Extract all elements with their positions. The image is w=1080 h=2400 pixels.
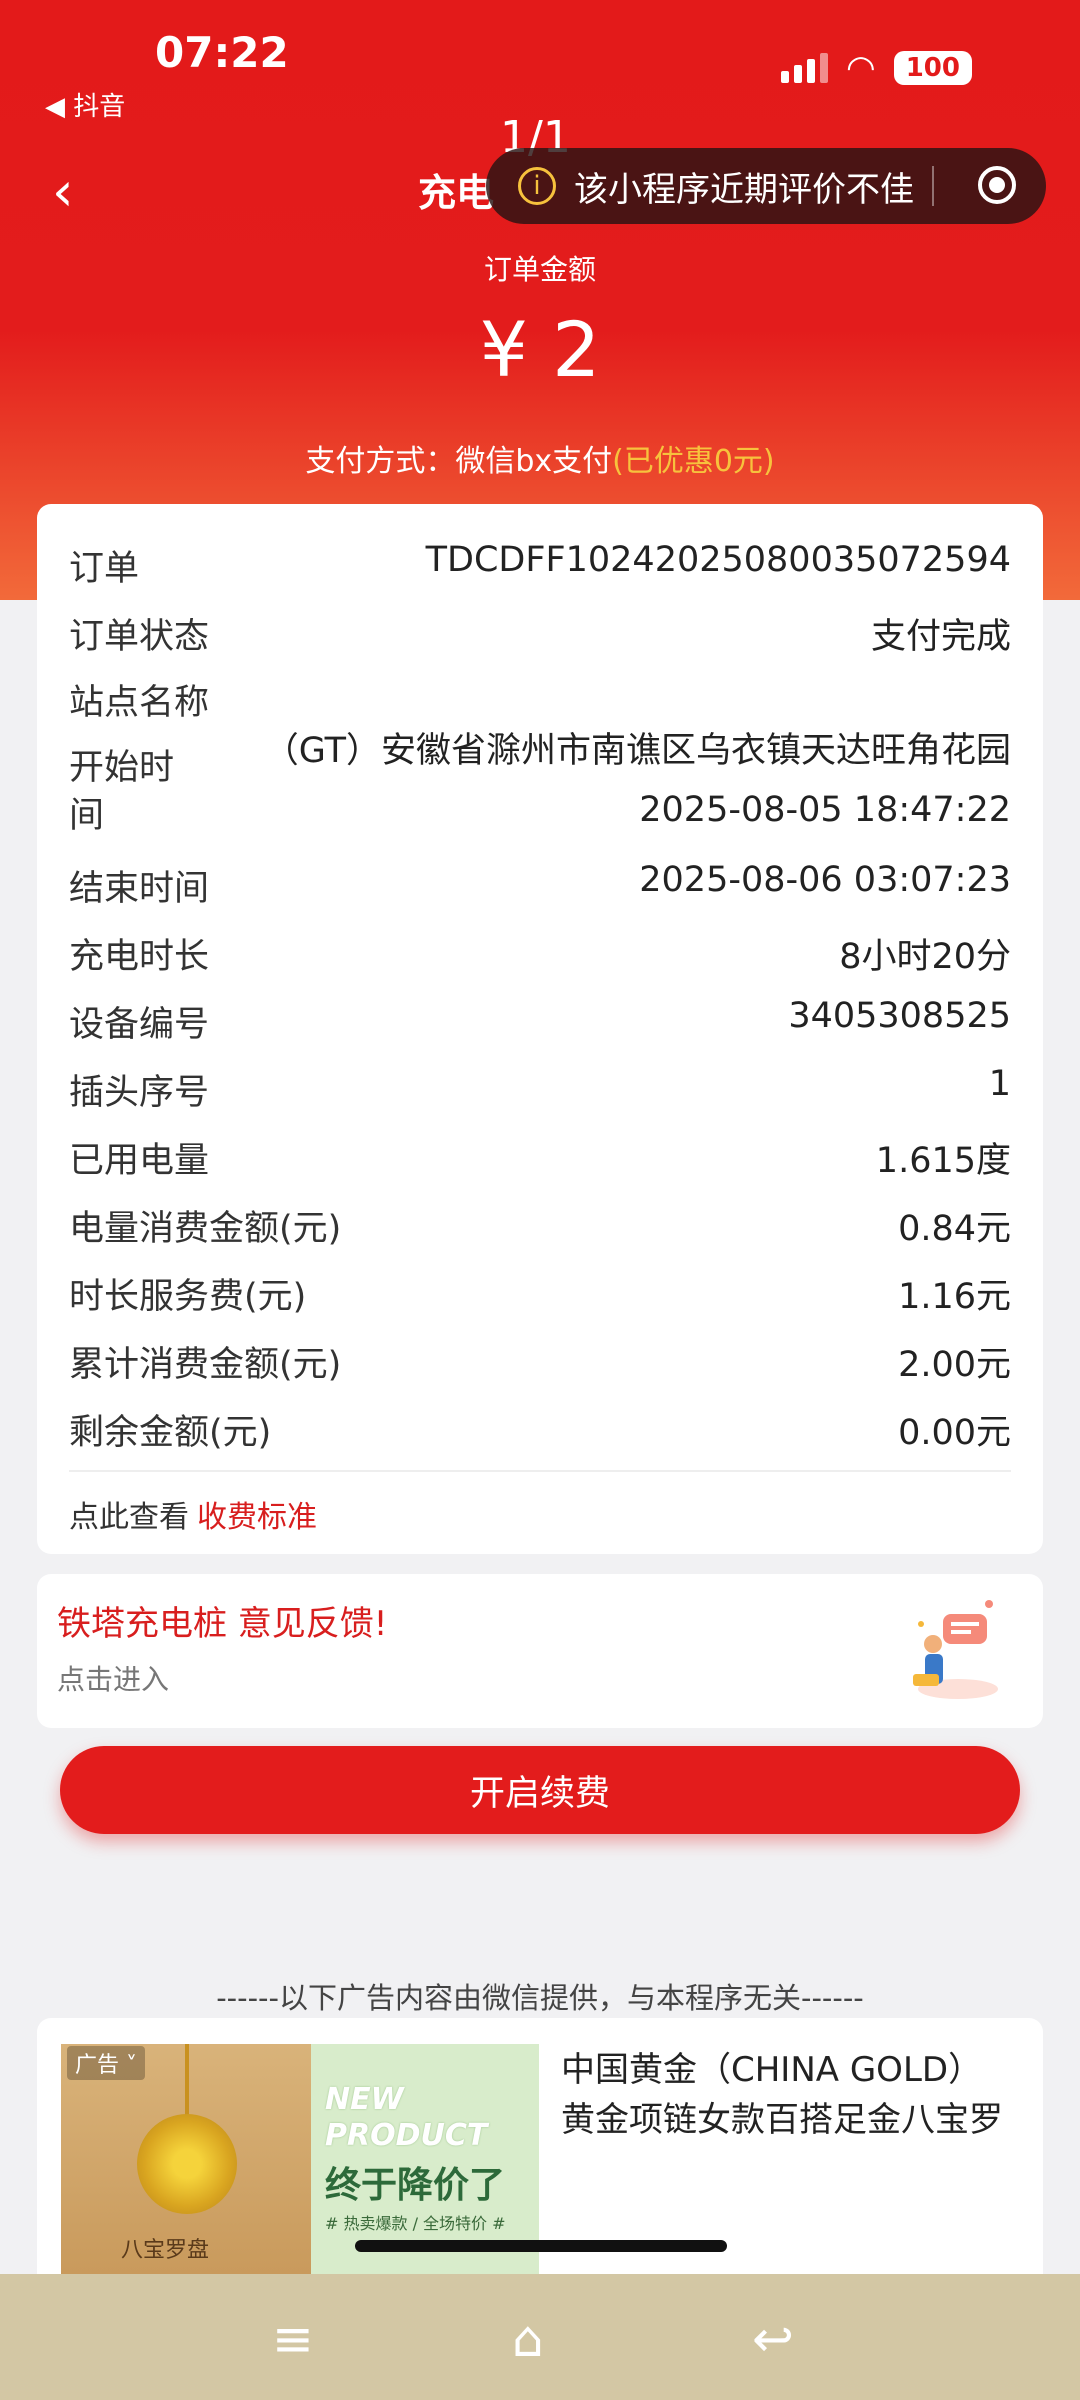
row-label: 插头序号 (69, 1073, 210, 1113)
row-label: 累计消费金额(元) (69, 1345, 342, 1385)
rating-warning-pill[interactable]: i 该小程序近期评价不佳 (486, 148, 1046, 224)
ad-tag[interactable]: 广告 ˅ (67, 2046, 145, 2080)
ad-price-text: 终于降价了 (325, 2165, 506, 2206)
wifi-icon: ◠ (846, 48, 876, 88)
ad-card[interactable]: 八宝罗盘 NEW PRODUCT 终于降价了 # 热卖爆款 / 全场特价 # 广… (37, 2018, 1043, 2274)
feedback-subtitle: 点击进入 (57, 1663, 170, 1696)
row-value: 3405308525 (788, 996, 1011, 1036)
row-label: 剩余金额(元) (69, 1413, 272, 1453)
row-total-cost: 累计消费金额(元) 2.00元 (69, 1336, 1011, 1387)
page-title: 充电 (418, 171, 495, 215)
row-value: 1 (988, 1064, 1011, 1104)
row-label: 已用电量 (69, 1141, 210, 1181)
ad-title-line2[interactable]: 黄金项链女款百搭足金八宝罗 (561, 2092, 1003, 2141)
row-duration: 充电时长 8小时20分 (69, 928, 1011, 979)
row-value: 1.615度 (875, 1141, 1011, 1181)
row-service-fee: 时长服务费(元) 1.16元 (69, 1268, 1011, 1319)
home-icon[interactable]: ⌂ (512, 2310, 544, 2368)
station-label: 站点名称 (69, 683, 210, 723)
renew-button[interactable]: 开启续费 (60, 1746, 1020, 1834)
rating-warning-text: 该小程序近期评价不佳 (574, 169, 914, 210)
row-label: 设备编号 (69, 1005, 210, 1045)
payment-method: 支付方式：微信bx支付(已优惠0元) (0, 436, 1080, 480)
info-icon: i (518, 167, 556, 205)
ad-title-line1[interactable]: 中国黄金（CHINA GOLD） (561, 2042, 982, 2091)
row-value: 1.16元 (898, 1277, 1011, 1317)
row-value: TDCDFF10242025080035072594 (425, 540, 1011, 580)
row-order-status: 订单状态 支付完成 (69, 608, 1011, 659)
pill-divider (932, 166, 934, 206)
row-label: 电量消费金额(元) (69, 1209, 342, 1249)
home-indicator[interactable] (355, 2240, 727, 2252)
row-plug-number: 插头序号 1 (69, 1064, 1011, 1115)
pendant-image (137, 2114, 237, 2214)
pendant-chain (185, 2044, 189, 2116)
row-value: 2025-08-06 03:07:23 (639, 860, 1011, 900)
row-value: 8小时20分 (839, 937, 1011, 977)
ad-small-text: # 热卖爆款 / 全场特价 # (325, 2214, 506, 2233)
row-value: 0.84元 (898, 1209, 1011, 1249)
status-time: 07:22 (155, 28, 289, 77)
back-to-app-link[interactable]: ◀ 抖音 (45, 86, 125, 123)
menu-icon[interactable]: ≡ (272, 2310, 314, 2368)
row-label: 充电时长 (69, 937, 210, 977)
amount-label: 订单金额 (483, 253, 596, 286)
record-icon[interactable] (978, 166, 1016, 204)
start-time-label: 开始时间 (69, 748, 175, 836)
order-detail-card: 订单 TDCDFF10242025080035072594 订单状态 支付完成 … (37, 504, 1043, 1554)
start-time-value: 2025-08-05 18:47:22 (639, 790, 1011, 830)
row-energy-used: 已用电量 1.615度 (69, 1132, 1011, 1183)
row-device-id: 设备编号 3405308525 (69, 996, 1011, 1047)
row-label: 结束时间 (69, 869, 210, 909)
tariff-prefix: 点此查看 (69, 1500, 189, 1535)
row-value: 0.00元 (898, 1413, 1011, 1453)
row-label: 订单 (69, 549, 140, 589)
battery-icon: 100 (893, 51, 972, 85)
feedback-illustration-icon (913, 1600, 998, 1699)
row-end-time: 结束时间 2025-08-06 03:07:23 (69, 860, 1011, 911)
system-navbar: ≡ ⌂ ↩ (0, 2274, 1080, 2400)
station-value: （GT）安徽省滁州市南谯区乌衣镇天达旺角花园 (263, 731, 1011, 771)
divider (69, 1470, 1011, 1472)
row-label: 时长服务费(元) (69, 1277, 307, 1317)
row-label: 订单状态 (69, 617, 210, 657)
back-button[interactable]: ‹ (52, 160, 74, 223)
signal-icon (781, 53, 829, 83)
ad-notice: ------以下广告内容由微信提供，与本程序无关------ (216, 1981, 864, 2015)
back-icon[interactable]: ↩ (752, 2310, 794, 2368)
ad-new-text: NEW PRODUCT (325, 2082, 488, 2153)
row-value: 支付完成 (870, 617, 1011, 657)
payment-method-label: 支付方式：微信bx支付 (305, 444, 613, 479)
tariff-row: 点此查看 收费标准 (69, 1492, 317, 1536)
ad-caption: 八宝罗盘 (121, 2238, 210, 2263)
feedback-title: 铁塔充电桩 意见反馈! (57, 1604, 388, 1644)
row-value: 2.00元 (898, 1345, 1011, 1385)
tariff-link[interactable]: 收费标准 (197, 1500, 317, 1535)
order-amount: ¥ 2 (479, 305, 601, 394)
row-remaining: 剩余金额(元) 0.00元 (69, 1404, 1011, 1455)
row-order-id: 订单 TDCDFF10242025080035072594 (69, 540, 1011, 591)
status-icons: ◠ 100 (781, 48, 972, 88)
feedback-banner[interactable]: 铁塔充电桩 意见反馈! 点击进入 (37, 1574, 1043, 1728)
row-energy-cost: 电量消费金额(元) 0.84元 (69, 1200, 1011, 1251)
payment-discount: (已优惠0元) (612, 444, 775, 479)
